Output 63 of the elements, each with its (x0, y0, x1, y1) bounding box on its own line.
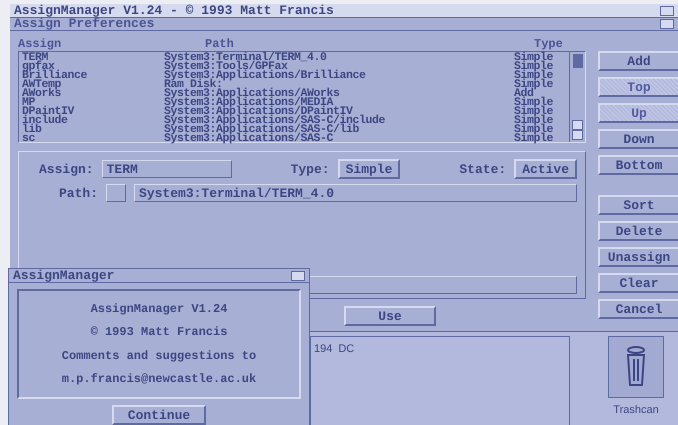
use-button[interactable]: Use (344, 306, 436, 326)
type-cell[interactable]: Simple (514, 62, 566, 71)
side-button[interactable]: Bottom (598, 155, 678, 175)
side-button[interactable]: Down (598, 129, 678, 149)
path-cell[interactable]: System3:Terminal/TERM_4.0 (164, 53, 514, 62)
trashcan-icon[interactable] (608, 336, 664, 398)
assign-cell[interactable]: AWTemp (22, 80, 164, 89)
side-button[interactable]: Cancel (598, 299, 678, 319)
type-cell[interactable]: Simple (514, 80, 566, 89)
side-button[interactable]: Sort (598, 195, 678, 215)
column-header: Path (205, 37, 235, 51)
column-header: Assign (18, 37, 62, 51)
assign-cell[interactable]: DPaintIV (22, 107, 164, 116)
about-text: Comments and suggestions to (62, 348, 256, 363)
path-cell[interactable]: System3:Applications/SAS-C/lib (164, 125, 514, 134)
assign-cell[interactable]: sc (22, 134, 164, 143)
state-label: State: (459, 162, 506, 176)
screen-title: AssignManager V1.24 - © 1993 Matt Francis (14, 4, 334, 18)
path-cell[interactable]: System3:Applications/AWorks (164, 89, 514, 98)
type-cell[interactable]: Simple (514, 98, 566, 107)
type-label: Type: (290, 162, 330, 176)
path-cell[interactable]: System3:Applications/MEDIA (164, 98, 514, 107)
side-button[interactable]: Unassign (598, 247, 678, 267)
type-cell[interactable]: Simple (514, 116, 566, 125)
icon-label: DC (337, 342, 356, 357)
assign-cell[interactable]: gpfax (22, 62, 164, 71)
assign-cell[interactable]: lib (22, 125, 164, 134)
trashcan-label: Trashcan (612, 403, 660, 418)
scrollbar-knob[interactable] (573, 54, 583, 68)
type-cell[interactable]: Simple (514, 107, 566, 116)
assign-cell[interactable]: MP (22, 98, 164, 107)
path-cell[interactable]: System3:Tools/GPFax (164, 62, 514, 71)
assign-cell[interactable]: Brilliance (22, 71, 164, 80)
type-cell[interactable]: Simple (514, 53, 566, 62)
path-cell[interactable]: System3:Applications/SAS-C (164, 134, 514, 143)
path-cell[interactable]: System3:Applications/Brilliance (164, 71, 514, 80)
state-cycle-button[interactable]: Active (514, 159, 577, 179)
requester-title: AssignManager (13, 268, 114, 282)
about-text: AssignManager V1.24 (90, 302, 228, 316)
window-title: Assign Preferences (14, 17, 154, 31)
assign-cell[interactable]: include (22, 116, 164, 125)
about-text: m.p.francis@newcastle.ac.uk (62, 372, 256, 386)
continue-button[interactable]: Continue (112, 405, 206, 425)
path-field[interactable]: System3:Terminal/TERM_4.0 (134, 184, 577, 202)
type-cell[interactable]: Add (514, 89, 566, 98)
path-cell[interactable]: System3:Applications/DPaintIV (164, 107, 514, 116)
about-text: © 1993 Matt Francis (90, 325, 228, 340)
side-button[interactable]: Clear (598, 273, 678, 293)
column-header: Type (534, 37, 564, 51)
side-button[interactable]: Add (598, 51, 678, 71)
path-label: Path: (59, 186, 98, 200)
type-cell[interactable]: Simple (514, 134, 566, 143)
type-cell[interactable]: Simple (514, 71, 566, 80)
type-cell[interactable]: Simple (514, 125, 566, 134)
type-cycle-button[interactable]: Simple (338, 159, 400, 179)
assign-label: Assign: (39, 162, 94, 176)
side-button[interactable]: Delete (598, 221, 678, 241)
assign-field[interactable]: TERM (102, 160, 232, 178)
assign-cell[interactable]: TERM (22, 53, 164, 62)
assign-cell[interactable]: AWorks (22, 89, 164, 98)
icon-label: 194 (313, 342, 334, 357)
path-cell[interactable]: System3:Applications/SAS-C/include (164, 116, 514, 125)
path-cell[interactable]: Ram Disk: (164, 80, 514, 89)
